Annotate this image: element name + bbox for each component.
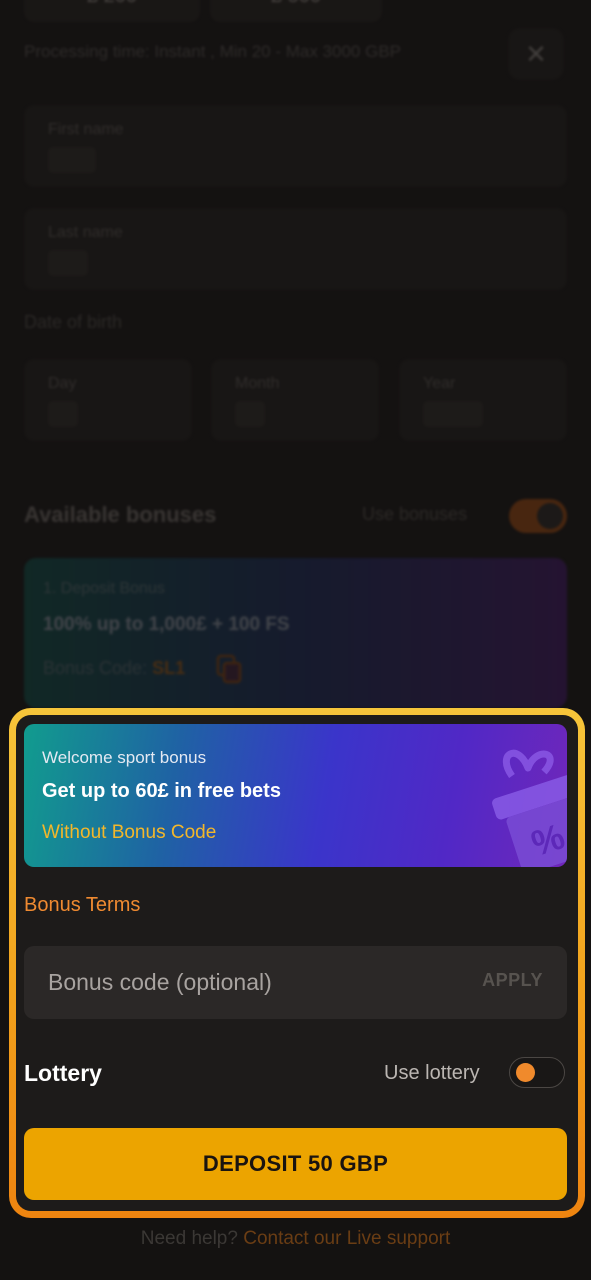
welcome-sport-bonus-card[interactable]: Welcome sport bonus Get up to 60£ in fre… — [24, 724, 567, 867]
dob-day-label: Day — [48, 375, 77, 392]
bonus-offer: Get up to 60£ in free bets — [42, 780, 281, 802]
close-button[interactable]: ✕ — [508, 28, 564, 80]
bonus-code-note: Without Bonus Code — [42, 822, 217, 843]
dob-year-field[interactable]: Year — [399, 359, 567, 441]
lottery-title: Lottery — [24, 1060, 102, 1086]
bonus-name: Welcome sport bonus — [42, 748, 207, 767]
use-bonuses-label: Use bonuses — [362, 504, 468, 524]
dob-month-label: Month — [235, 375, 280, 392]
dob-day-field[interactable]: Day — [24, 359, 192, 441]
dob-year-label: Year — [423, 375, 456, 392]
help-text: Need help? — [140, 1228, 238, 1249]
last-name-field[interactable]: Last name — [24, 208, 567, 290]
dob-day-value — [48, 401, 78, 427]
use-lottery-toggle[interactable] — [509, 1057, 565, 1088]
dob-year-value — [423, 401, 483, 427]
gift-icon: % — [492, 749, 567, 867]
deposit-bonus-offer: 100% up to 1,000£ + 100 FS — [43, 614, 290, 635]
dob-month-value — [235, 401, 265, 427]
bonus-code-field[interactable]: APPLY — [24, 946, 567, 1019]
deposit-bonus-code-row: Bonus Code: SL1 — [43, 658, 185, 679]
close-icon: ✕ — [525, 38, 547, 69]
dob-month-field[interactable]: Month — [211, 359, 379, 441]
bonus-code-input[interactable] — [24, 946, 468, 1019]
use-bonuses-toggle[interactable] — [509, 499, 567, 533]
help-line: Need help? Contact our Live support — [0, 1228, 591, 1250]
bonus-code-value: SL1 — [152, 658, 186, 678]
first-name-value — [48, 147, 96, 173]
deposit-bonus-card[interactable]: 1. Deposit Bonus 100% up to 1,000£ + 100… — [24, 558, 567, 708]
toggle-knob — [537, 503, 563, 529]
first-name-field[interactable]: First name — [24, 105, 567, 187]
first-name-label: First name — [48, 121, 124, 138]
deposit-bonus-name: 1. Deposit Bonus — [43, 580, 165, 597]
amount-option[interactable]: £ 200 — [24, 0, 200, 22]
live-support-link[interactable]: Contact our Live support — [243, 1228, 450, 1249]
toggle-knob — [516, 1063, 535, 1082]
amount-option[interactable]: £ 500 — [210, 0, 382, 22]
dob-label: Date of birth — [24, 312, 123, 332]
bonus-terms-link[interactable]: Bonus Terms — [24, 894, 140, 917]
apply-button[interactable]: APPLY — [482, 970, 543, 991]
use-lottery-label: Use lottery — [384, 1062, 480, 1084]
processing-info: Processing time: Instant , Min 20 - Max … — [24, 42, 401, 61]
bonus-code-label: Bonus Code: — [43, 658, 148, 678]
copy-icon[interactable] — [216, 654, 242, 684]
last-name-label: Last name — [48, 224, 123, 241]
last-name-value — [48, 250, 88, 276]
available-bonuses-title: Available bonuses — [24, 502, 217, 527]
deposit-button[interactable]: DEPOSIT 50 GBP — [24, 1128, 567, 1200]
